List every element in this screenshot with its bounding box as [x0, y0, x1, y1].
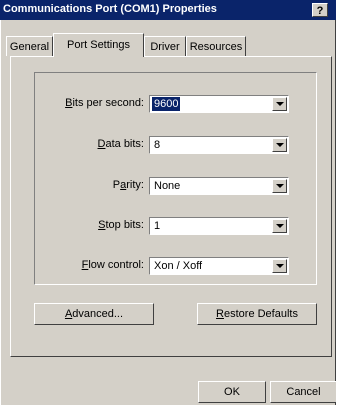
data-bits-value: 8	[154, 139, 161, 151]
tab-port-settings[interactable]: Port Settings	[53, 33, 144, 57]
bits-per-second-label: Bits per second:	[65, 97, 144, 109]
parity-value: None	[154, 180, 181, 192]
data-bits-select[interactable]: 8	[149, 136, 289, 154]
bits-per-second-select[interactable]: 9600	[149, 95, 289, 113]
chevron-down-icon[interactable]	[272, 138, 287, 152]
stop-bits-value: 1	[154, 220, 161, 232]
help-button[interactable]: ?	[312, 3, 328, 17]
flow-control-select[interactable]: Xon / Xoff	[149, 257, 289, 275]
ok-button[interactable]: OK	[198, 381, 266, 403]
properties-dialog: Communications Port (COM1) Properties ? …	[0, 0, 336, 405]
bits-per-second-value: 9600	[150, 96, 182, 112]
chevron-down-icon[interactable]	[272, 179, 287, 193]
flow-control-label: Flow control:	[81, 259, 144, 271]
stop-bits-label: Stop bits:	[98, 219, 144, 231]
window-title: Communications Port (COM1) Properties	[3, 3, 217, 15]
stop-bits-select[interactable]: 1	[149, 217, 289, 235]
chevron-down-icon[interactable]	[272, 97, 287, 111]
restore-defaults-button[interactable]: Restore Defaults	[197, 303, 317, 325]
cancel-button[interactable]: Cancel	[270, 381, 336, 403]
title-bar: Communications Port (COM1) Properties ?	[0, 0, 336, 20]
tab-general[interactable]: General	[6, 36, 53, 56]
tab-resources[interactable]: Resources	[186, 36, 246, 56]
parity-label: Parity:	[112, 179, 144, 191]
advanced-button[interactable]: Advanced...	[34, 303, 154, 325]
parity-select[interactable]: None	[149, 177, 289, 195]
chevron-down-icon[interactable]	[272, 259, 287, 273]
chevron-down-icon[interactable]	[272, 219, 287, 233]
tab-driver[interactable]: Driver	[144, 36, 186, 56]
flow-control-value: Xon / Xoff	[154, 260, 203, 272]
data-bits-label: Data bits:	[97, 138, 144, 150]
